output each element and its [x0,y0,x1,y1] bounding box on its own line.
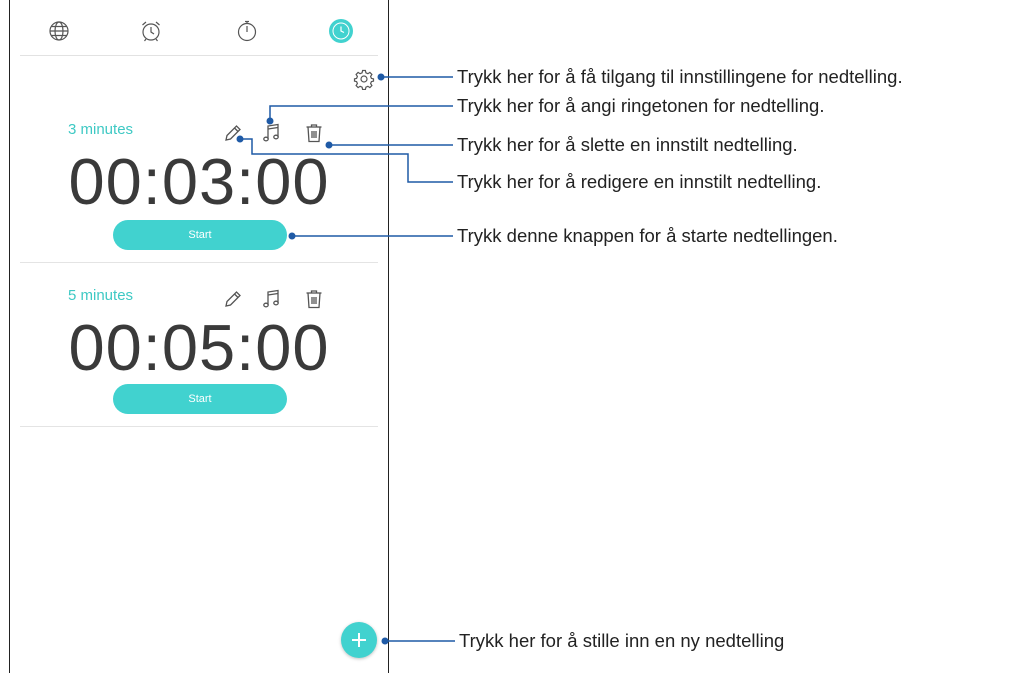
tab-stopwatch[interactable] [232,16,262,46]
callout-edit: Trykk her for å redigere en innstilt ned… [457,171,822,192]
timer-label: 5 minutes [68,287,134,304]
tab-world-clock[interactable] [44,16,74,46]
timer-card: 3 minutes 00:03:00 Start [10,118,388,263]
ringtone-button[interactable] [261,122,283,144]
pencil-icon [225,125,241,141]
delete-button[interactable] [303,122,325,144]
timer-label: 3 minutes [68,121,134,138]
delete-button[interactable] [303,288,325,310]
callout-start: Trykk denne knappen for å starte nedtell… [457,225,838,246]
timer-icon [329,19,353,43]
edit-button[interactable] [222,122,244,144]
edit-button[interactable] [222,288,244,310]
plus-icon [352,633,366,647]
settings-button[interactable] [353,68,377,92]
start-button[interactable]: Start [113,220,287,250]
callout-delete: Trykk her for å slette en innstilt nedte… [457,134,798,155]
add-timer-button[interactable] [341,622,377,658]
tab-timer[interactable] [326,16,356,46]
callout-settings: Trykk her for å få tilgang til innstilli… [457,66,903,87]
stopwatch-icon [237,20,257,42]
card-divider [20,262,378,263]
trash-icon [306,290,322,309]
gear-icon [353,69,375,91]
timer-card: 5 minutes 00:05:00 Start [10,284,388,429]
add-callout-line [381,637,455,645]
start-button[interactable]: Start [113,384,287,414]
ringtone-button[interactable] [261,288,283,310]
alarm-clock-icon [142,21,160,42]
tab-divider [20,55,378,56]
pencil-icon [225,291,241,307]
timer-display: 00:03:00 [68,145,330,218]
callout-add: Trykk her for å stille inn en ny nedtell… [459,630,785,651]
timer-display: 00:05:00 [68,311,330,384]
globe-icon [49,21,69,41]
callout-ringtone: Trykk her for å angi ringetonen for nedt… [457,95,825,116]
card-divider [20,426,378,427]
music-note-icon [263,123,279,142]
trash-icon [306,124,322,143]
music-note-icon [263,289,279,308]
tab-alarm[interactable] [136,16,166,46]
phone-screen: 3 minutes 00:03:00 Start 5 minutes 00:05… [9,0,389,673]
tab-bar [10,0,388,56]
